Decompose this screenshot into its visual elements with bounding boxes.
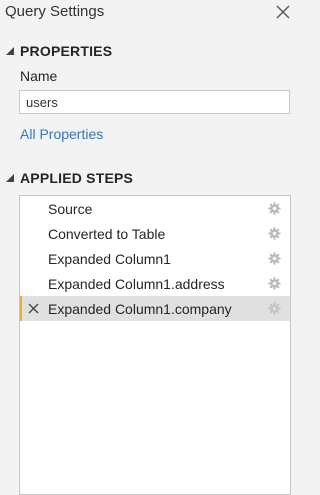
step-label: Expanded Column1.company: [48, 300, 232, 317]
panel-title: Query Settings: [5, 3, 105, 20]
step-row-converted-to-table[interactable]: Converted to Table: [20, 221, 290, 246]
gear-icon[interactable]: [268, 202, 281, 215]
collapse-caret-icon: [6, 174, 14, 182]
gear-icon[interactable]: [268, 302, 281, 315]
step-row-expanded-column1-address[interactable]: Expanded Column1.address: [20, 271, 290, 296]
collapse-caret-icon: [6, 47, 14, 55]
step-label: Expanded Column1.address: [48, 275, 225, 292]
close-icon[interactable]: [275, 4, 291, 20]
step-label: Expanded Column1: [48, 250, 171, 267]
step-label: Source: [48, 200, 93, 217]
step-row-expanded-column1-company[interactable]: Expanded Column1.company: [20, 296, 290, 321]
all-properties-link[interactable]: All Properties: [20, 126, 103, 142]
delete-step-icon[interactable]: [28, 303, 39, 314]
step-row-expanded-column1[interactable]: Expanded Column1: [20, 246, 290, 271]
applied-steps-section-header[interactable]: APPLIED STEPS: [0, 169, 133, 187]
name-label: Name: [20, 68, 58, 84]
step-label: Converted to Table: [48, 225, 166, 242]
properties-section-header[interactable]: PROPERTIES: [0, 42, 112, 60]
applied-steps-list[interactable]: Source Converted to Table Expanded Colum…: [19, 195, 291, 495]
step-row-source[interactable]: Source: [20, 196, 290, 221]
query-name-input[interactable]: [19, 90, 290, 114]
gear-icon[interactable]: [268, 277, 281, 290]
properties-header: PROPERTIES: [20, 43, 113, 59]
gear-icon[interactable]: [268, 252, 281, 265]
gear-icon[interactable]: [268, 227, 281, 240]
applied-steps-header: APPLIED STEPS: [20, 170, 134, 186]
